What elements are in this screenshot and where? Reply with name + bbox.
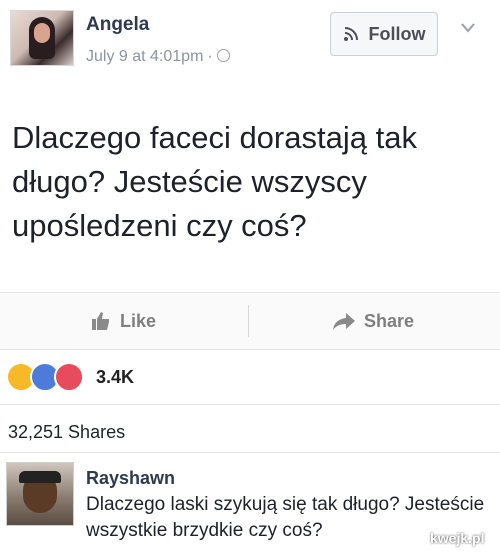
post-meta: July 9 at 4:01pm · — [86, 48, 230, 66]
commenter-avatar[interactable] — [6, 462, 74, 526]
like-button[interactable]: Like — [90, 293, 156, 349]
share-arrow-icon — [333, 313, 355, 330]
facebook-post: Angela July 9 at 4:01pm · Follow Dlaczego… — [0, 0, 500, 552]
reactions-summary[interactable]: 3.4K — [6, 362, 134, 392]
author-name[interactable]: Angela — [86, 14, 149, 36]
shares-count[interactable]: 32,251 Shares — [8, 422, 125, 443]
avatar-face — [34, 23, 50, 43]
divider — [0, 452, 500, 453]
divider — [0, 404, 500, 405]
share-label: Share — [364, 310, 415, 331]
rss-icon — [343, 27, 358, 41]
chevron-down-icon[interactable] — [460, 22, 476, 34]
follow-label: Follow — [368, 23, 426, 44]
meta-separator: · — [207, 48, 213, 65]
commenter-name[interactable]: Rayshawn — [86, 468, 175, 489]
love-icon — [54, 362, 84, 392]
reactions-count: 3.4K — [96, 366, 135, 387]
thumbs-up-icon — [92, 312, 109, 330]
post-date[interactable]: July 9 at 4:01pm — [86, 48, 203, 65]
action-divider — [248, 305, 249, 337]
globe-icon — [216, 49, 230, 62]
watermark: kwejk.pl — [430, 530, 485, 546]
author-avatar[interactable] — [10, 10, 74, 66]
avatar-cap — [19, 471, 61, 483]
action-bar: Like Share — [0, 292, 500, 350]
post-text: Dlaczego faceci dorastają tak długo? Jes… — [12, 120, 417, 243]
follow-button[interactable]: Follow — [330, 12, 438, 56]
comment-text: Dlaczego laski szykują się tak długo? Je… — [86, 494, 485, 541]
like-label: Like — [120, 310, 157, 331]
share-button[interactable]: Share — [332, 293, 414, 349]
